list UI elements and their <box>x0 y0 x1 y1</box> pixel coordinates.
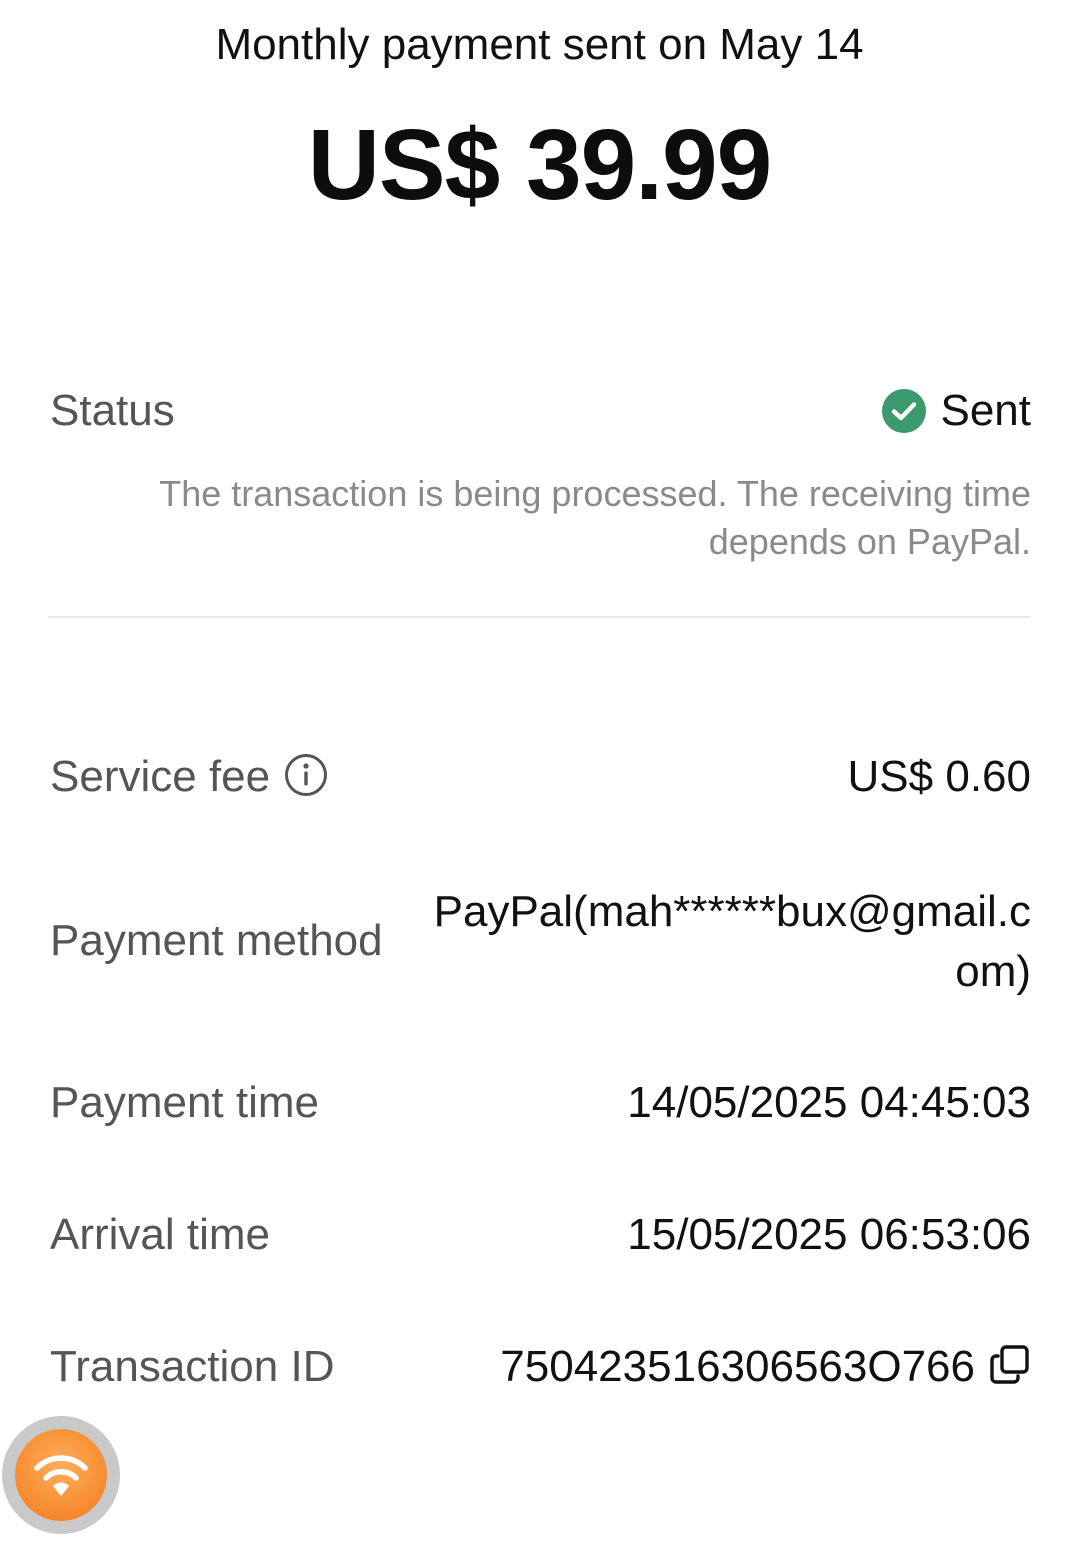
status-badge: Sent <box>882 386 1031 436</box>
check-circle-icon <box>882 389 927 433</box>
wifi-icon <box>34 1455 88 1496</box>
info-icon[interactable] <box>284 753 328 797</box>
arrival-time-value: 15/05/2025 06:53:06 <box>627 1210 1031 1259</box>
floating-button-inner <box>15 1429 107 1521</box>
floating-wifi-button[interactable] <box>2 1416 120 1534</box>
transaction-id-row: 750423516306563O766 <box>500 1342 1031 1392</box>
service-fee-value: US$ 0.60 <box>847 752 1031 801</box>
service-fee-row: Service fee <box>50 752 328 802</box>
status-note: The transaction is being processed. The … <box>159 473 1031 562</box>
status-label: Status <box>50 386 175 435</box>
status-value: Sent <box>940 386 1031 435</box>
payment-time-label: Payment time <box>50 1078 319 1127</box>
payment-amount: US$ 39.99 <box>307 109 773 221</box>
service-fee-label: Service fee <box>50 752 271 801</box>
copy-icon[interactable] <box>989 1343 1031 1385</box>
payment-method-value: PayPal(mah******bux@gmail.com) <box>433 887 1031 996</box>
transaction-id-label: Transaction ID <box>50 1342 335 1391</box>
transaction-id-value: 750423516306563O766 <box>500 1342 975 1391</box>
divider <box>48 616 1031 618</box>
payment-time-value: 14/05/2025 04:45:03 <box>627 1078 1031 1127</box>
arrival-time-label: Arrival time <box>50 1210 271 1259</box>
page-title: Monthly payment sent on May 14 <box>215 20 864 69</box>
payment-method-label: Payment method <box>50 916 383 965</box>
